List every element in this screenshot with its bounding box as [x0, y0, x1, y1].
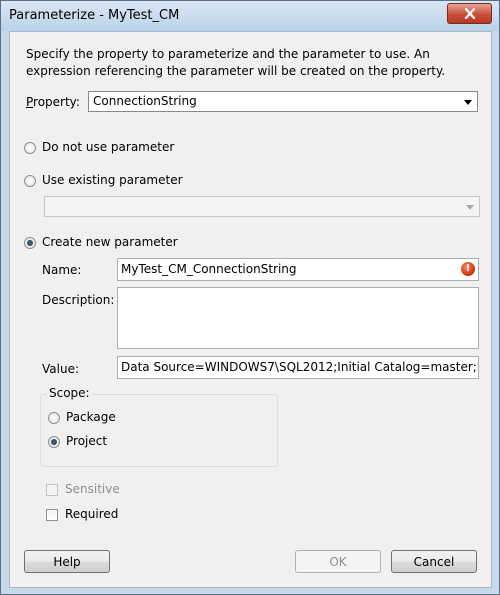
- value-label: Value:: [42, 362, 79, 376]
- ok-button: OK: [295, 550, 381, 573]
- radio-scope-project[interactable]: [48, 436, 60, 448]
- required-label[interactable]: Required: [65, 507, 118, 521]
- radio-do-not-use[interactable]: [24, 142, 36, 154]
- scope-legend: Scope:: [47, 386, 92, 400]
- description-input[interactable]: [117, 287, 479, 349]
- scope-groupbox: Scope:: [40, 386, 278, 467]
- property-label-rest: roperty:: [33, 95, 80, 109]
- property-dropdown[interactable]: ConnectionString: [88, 91, 478, 112]
- dialog-window: Parameterize - MyTest_CM Specify the pro…: [0, 0, 500, 595]
- description-label: Description:: [42, 293, 115, 307]
- scope-package-label[interactable]: Package: [66, 410, 116, 424]
- chevron-down-icon: [466, 205, 474, 210]
- title-bar[interactable]: Parameterize - MyTest_CM: [1, 1, 499, 31]
- value-input-value: Data Source=WINDOWS7\SQL2012;Initial Cat…: [121, 360, 478, 374]
- name-input[interactable]: MyTest_CM_ConnectionString: [117, 258, 479, 281]
- use-existing-label[interactable]: Use existing parameter: [42, 173, 183, 187]
- error-icon: !: [461, 262, 475, 276]
- value-input[interactable]: Data Source=WINDOWS7\SQL2012;Initial Cat…: [117, 356, 479, 379]
- sensitive-checkbox: [46, 484, 58, 496]
- property-label: Property:: [26, 95, 80, 109]
- close-icon: [464, 8, 475, 19]
- radio-use-existing[interactable]: [24, 175, 36, 187]
- cancel-button[interactable]: Cancel: [391, 550, 477, 573]
- required-checkbox[interactable]: [46, 509, 58, 521]
- dialog-body: Specify the property to parameterize and…: [9, 31, 492, 588]
- chevron-down-icon: [464, 100, 472, 105]
- radio-create-new[interactable]: [24, 237, 36, 249]
- close-button[interactable]: [447, 3, 492, 24]
- instructions-text: Specify the property to parameterize and…: [26, 47, 446, 78]
- property-value: ConnectionString: [93, 94, 197, 108]
- name-label: Name:: [42, 263, 82, 277]
- name-input-value: MyTest_CM_ConnectionString: [121, 262, 297, 276]
- existing-parameter-dropdown: [44, 196, 480, 217]
- radio-scope-package[interactable]: [48, 412, 60, 424]
- help-button[interactable]: Help: [24, 550, 110, 573]
- scope-project-label[interactable]: Project: [66, 434, 107, 448]
- window-title: Parameterize - MyTest_CM: [9, 8, 180, 23]
- sensitive-label: Sensitive: [65, 482, 120, 496]
- create-new-label[interactable]: Create new parameter: [42, 235, 178, 249]
- do-not-use-label[interactable]: Do not use parameter: [42, 140, 174, 154]
